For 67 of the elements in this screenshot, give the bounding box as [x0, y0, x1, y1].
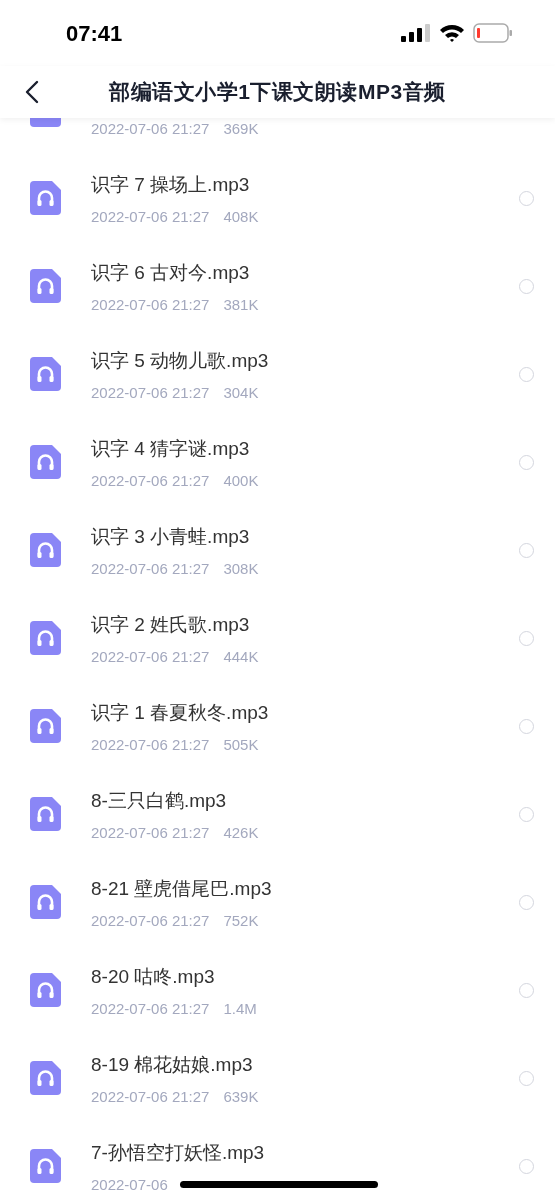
radio-button[interactable]	[519, 895, 534, 910]
radio-button[interactable]	[519, 631, 534, 646]
audio-file-icon	[30, 269, 61, 303]
audio-file-icon	[30, 797, 61, 831]
chevron-left-icon	[25, 80, 39, 104]
file-date: 2022-07-06 21:27	[91, 824, 210, 842]
file-name: 识字 5 动物儿歌.mp3	[91, 349, 269, 373]
file-size: 752K	[223, 912, 259, 930]
audio-file-icon	[30, 709, 61, 743]
file-name: 8-19 棉花姑娘.mp3	[91, 1053, 253, 1077]
file-size: 308K	[223, 560, 259, 578]
wifi-icon	[439, 24, 465, 42]
audio-file-icon	[30, 357, 61, 391]
file-date: 2022-07-06 21:27	[91, 912, 210, 930]
file-size: 444K	[223, 648, 259, 666]
radio-button[interactable]	[519, 191, 534, 206]
file-size: 1.4M	[223, 1000, 257, 1018]
radio-button[interactable]	[519, 719, 534, 734]
audio-file-icon	[30, 973, 61, 1007]
file-date: 2022-07-06 21:27	[91, 1000, 210, 1018]
file-size: 408K	[223, 208, 259, 226]
file-name: 识字 1 春夏秋冬.mp3	[91, 701, 269, 725]
file-name: 识字 6 古对今.mp3	[91, 261, 250, 285]
audio-file-icon	[30, 1061, 61, 1095]
radio-button[interactable]	[519, 983, 534, 998]
file-date: 2022-07-06 21:27	[91, 1088, 210, 1106]
status-time: 07:41	[66, 19, 123, 48]
radio-button[interactable]	[519, 1071, 534, 1086]
battery-icon	[473, 23, 513, 43]
radio-button[interactable]	[519, 455, 534, 470]
file-size: 505K	[223, 736, 259, 754]
file-name: 8-21 壁虎借尾巴.mp3	[91, 877, 272, 901]
audio-file-icon	[30, 533, 61, 567]
radio-button[interactable]	[519, 807, 534, 822]
page-title: 部编语文小学1下课文朗读MP3音频	[109, 79, 446, 106]
radio-button[interactable]	[519, 279, 534, 294]
audio-file-icon	[30, 1149, 61, 1183]
radio-button[interactable]	[519, 1159, 534, 1174]
file-name: 识字 3 小青蛙.mp3	[91, 525, 250, 549]
audio-file-icon	[30, 621, 61, 655]
file-date: 2022-07-06 21:27	[91, 648, 210, 666]
file-name: 8-20 咕咚.mp3	[91, 965, 215, 989]
radio-button[interactable]	[519, 543, 534, 558]
file-name: 识字 2 姓氏歌.mp3	[91, 613, 250, 637]
file-name: 识字 4 猜字谜.mp3	[91, 437, 250, 461]
file-name: 识字 7 操场上.mp3	[91, 173, 250, 197]
audio-file-icon	[30, 885, 61, 919]
file-size: 639K	[223, 1088, 259, 1106]
file-date: 2022-07-06 21:27	[91, 472, 210, 490]
file-size: 426K	[223, 824, 259, 842]
file-date: 2022-07-06 21:27	[91, 384, 210, 402]
file-size: 381K	[223, 296, 259, 314]
audio-file-icon	[30, 181, 61, 215]
signal-icon	[401, 24, 431, 42]
file-size: 304K	[223, 384, 259, 402]
file-date: 2022-07-06 21:27	[91, 560, 210, 578]
radio-button[interactable]	[519, 367, 534, 382]
file-date: 2022-07-06	[91, 1176, 168, 1194]
file-date: 2022-07-06 21:27	[91, 296, 210, 314]
file-date: 2022-07-06 21:27	[91, 120, 210, 138]
file-name: 7-孙悟空打妖怪.mp3	[91, 1141, 265, 1165]
file-name: 8-三只白鹤.mp3	[91, 789, 227, 813]
audio-file-icon	[30, 445, 61, 479]
file-size: 369K	[223, 120, 259, 138]
file-date: 2022-07-06 21:27	[91, 736, 210, 754]
file-date: 2022-07-06 21:27	[91, 208, 210, 226]
file-size: 400K	[223, 472, 259, 490]
